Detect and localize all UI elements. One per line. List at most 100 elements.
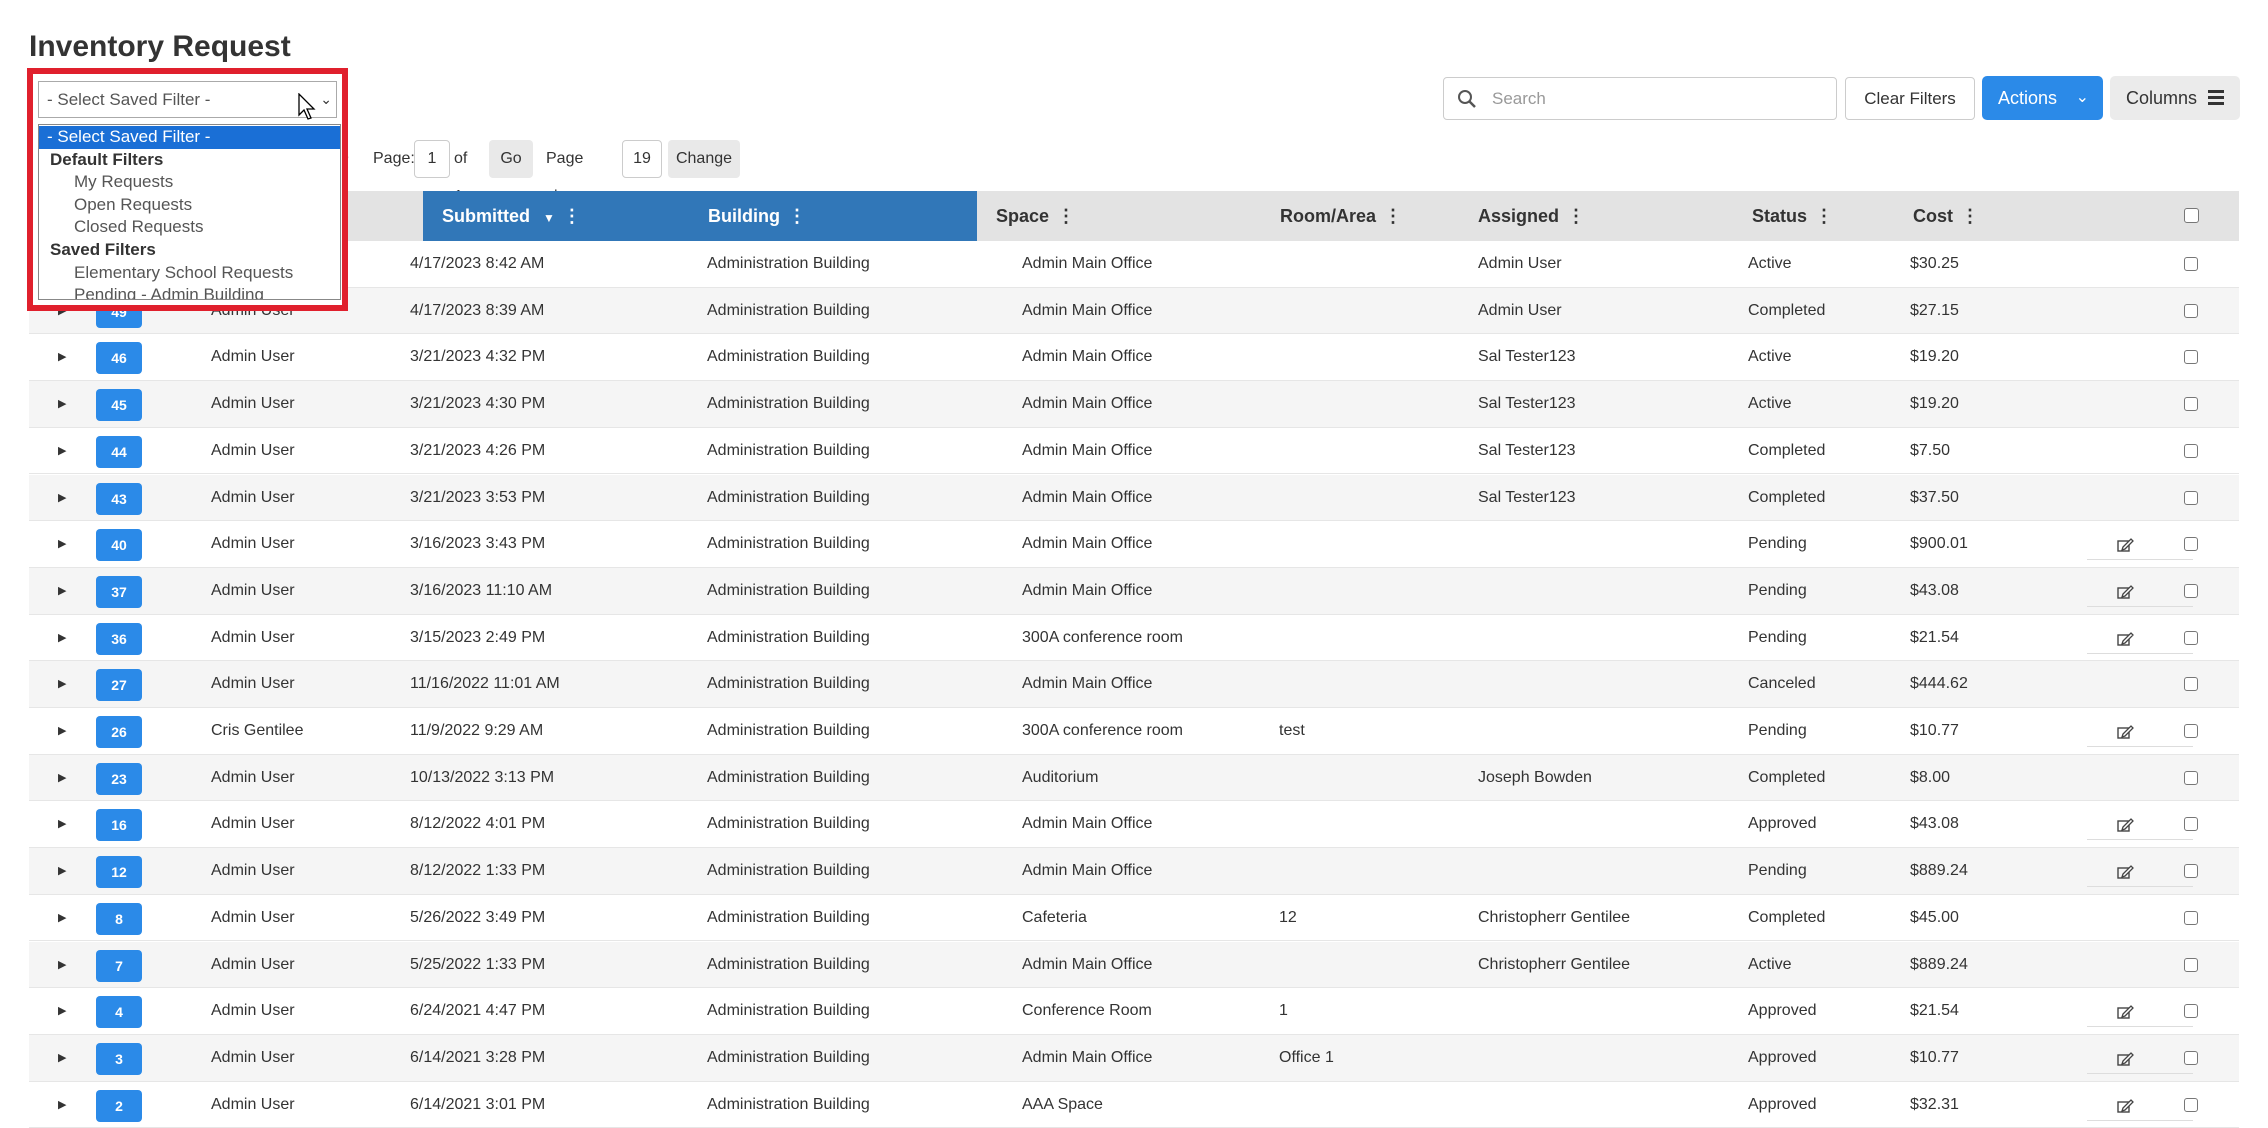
expand-row-icon[interactable]: ▶ — [58, 942, 66, 988]
edit-note-icon[interactable] — [2087, 716, 2193, 747]
go-button[interactable]: Go — [489, 140, 533, 178]
row-checkbox[interactable] — [2184, 257, 2198, 271]
row-checkbox[interactable] — [2184, 350, 2198, 365]
table-row[interactable]: ▶ 46 Admin User 3/21/2023 4:32 PM Administra… — [29, 334, 2239, 382]
edit-note-icon[interactable] — [2087, 529, 2193, 561]
col-cost[interactable]: Cost ⋮ — [1913, 191, 1979, 241]
filter-option[interactable]: My Requests — [39, 171, 340, 194]
table-row[interactable]: ▶ 26 Cris Gentilee 11/9/2022 9:29 AM Adminis… — [29, 708, 2239, 755]
col-space[interactable]: Space ⋮ — [996, 191, 1075, 241]
col-submitted[interactable]: Submitted ▼ ⋮ — [442, 191, 581, 241]
filter-option[interactable]: Closed Requests — [39, 216, 340, 239]
change-button[interactable]: Change — [668, 140, 740, 178]
filter-option[interactable]: Elementary School Requests — [39, 262, 340, 285]
row-checkbox[interactable] — [2184, 583, 2198, 598]
table-row[interactable]: ▶ 4 Admin User 6/24/2021 4:47 PM Administrat… — [29, 988, 2239, 1035]
request-id-badge[interactable]: 27 — [96, 669, 142, 702]
table-row[interactable]: ▶49Admin User4/17/2023 8:39 AMAdministra… — [29, 287, 2239, 335]
expand-row-icon[interactable]: ▶ — [58, 428, 66, 474]
row-checkbox[interactable] — [2184, 397, 2198, 412]
expand-row-icon[interactable]: ▶ — [58, 661, 66, 707]
row-checkbox[interactable] — [2184, 443, 2198, 458]
table-row[interactable]: ▶ 40 Admin User 3/16/2023 3:43 PM Administra… — [29, 521, 2239, 568]
row-checkbox[interactable] — [2184, 770, 2198, 785]
expand-row-icon[interactable]: ▶ — [58, 475, 66, 521]
edit-note-icon[interactable] — [2087, 1090, 2193, 1121]
expand-row-icon[interactable]: ▶ — [58, 1082, 66, 1128]
request-id-badge[interactable]: 7 — [96, 949, 142, 982]
expand-row-icon[interactable]: ▶ — [58, 381, 66, 427]
request-id-badge[interactable]: 3 — [96, 1042, 142, 1075]
request-id-badge[interactable]: 45 — [96, 389, 142, 422]
request-id-badge[interactable]: 46 — [96, 342, 142, 375]
expand-row-icon[interactable]: ▶ — [58, 521, 66, 567]
request-id-badge[interactable]: 16 — [96, 809, 142, 842]
row-checkbox[interactable] — [2184, 303, 2198, 318]
expand-row-icon[interactable]: ▶ — [58, 988, 66, 1034]
request-id-badge[interactable]: 37 — [96, 575, 142, 608]
row-checkbox[interactable] — [2184, 864, 2198, 879]
request-id-badge[interactable]: 23 — [96, 762, 142, 795]
edit-note-icon[interactable] — [2087, 576, 2193, 607]
row-checkbox[interactable] — [2184, 817, 2198, 832]
table-row[interactable]: ▶ 37 Admin User 3/16/2023 11:10 AM Administr… — [29, 567, 2239, 615]
filter-option[interactable]: Open Requests — [39, 194, 340, 217]
expand-row-icon[interactable]: ▶ — [58, 801, 66, 847]
clear-filters-button[interactable]: Clear Filters — [1845, 77, 1975, 120]
edit-note-icon[interactable] — [2087, 996, 2193, 1028]
filter-option[interactable]: Pending - Admin Building — [39, 284, 340, 299]
table-row[interactable]: ▶ 7 Admin User 5/25/2022 1:33 PM Administrat… — [29, 941, 2239, 989]
request-id-badge[interactable]: 43 — [96, 482, 142, 515]
request-id-badge[interactable]: 4 — [96, 996, 142, 1029]
table-row[interactable]: ▶ 3 Admin User 6/14/2021 3:28 PM Administrat… — [29, 1034, 2239, 1082]
page-size-input[interactable]: 19 — [622, 140, 662, 178]
edit-note-icon[interactable] — [2087, 623, 2193, 654]
edit-note-icon[interactable] — [2087, 1043, 2193, 1074]
expand-row-icon[interactable]: ▶ — [58, 895, 66, 941]
expand-row-icon[interactable]: ▶ — [58, 568, 66, 614]
expand-row-icon[interactable]: ▶ — [58, 848, 66, 894]
table-row[interactable]: ▶ 16 Admin User 8/12/2022 4:01 PM Administra… — [29, 801, 2239, 849]
saved-filter-select[interactable]: - Select Saved Filter - ⌄ — [38, 81, 337, 118]
expand-row-icon[interactable]: ▶ — [58, 615, 66, 661]
table-row[interactable]: ▶ 44 Admin User 3/21/2023 4:26 PM Administra… — [29, 428, 2239, 475]
request-id-badge[interactable]: 44 — [96, 435, 142, 468]
table-row[interactable]: 4/17/2023 8:42 AM Administration Building… — [29, 241, 2239, 288]
row-checkbox[interactable] — [2184, 1097, 2198, 1112]
select-all-checkbox[interactable] — [2184, 208, 2199, 223]
search-input[interactable]: Search — [1443, 77, 1837, 120]
table-row[interactable]: ▶ 12 Admin User 8/12/2022 1:33 PM Administra… — [29, 848, 2239, 895]
table-row[interactable]: ▶ 45 Admin User 3/21/2023 4:30 PM Administra… — [29, 381, 2239, 428]
expand-row-icon[interactable]: ▶ — [58, 708, 66, 754]
edit-note-icon[interactable] — [2087, 856, 2193, 888]
request-id-badge[interactable]: 40 — [96, 529, 142, 562]
col-assigned[interactable]: Assigned ⋮ — [1478, 191, 1585, 241]
row-checkbox[interactable] — [2184, 1050, 2198, 1065]
request-id-badge[interactable]: 8 — [96, 902, 142, 935]
row-checkbox[interactable] — [2184, 537, 2198, 552]
row-checkbox[interactable] — [2184, 957, 2198, 972]
filter-option[interactable]: - Select Saved Filter - — [39, 126, 340, 149]
expand-row-icon[interactable]: ▶ — [58, 1035, 66, 1081]
page-number-input[interactable]: 1 — [414, 140, 450, 178]
edit-note-icon[interactable] — [2087, 809, 2193, 841]
table-row[interactable]: ▶ 23 Admin User 10/13/2022 3:13 PM Administr… — [29, 754, 2239, 802]
table-row[interactable]: ▶ 43 Admin User 3/21/2023 3:53 PM Administra… — [29, 474, 2239, 522]
row-checkbox[interactable] — [2184, 910, 2198, 925]
row-checkbox[interactable] — [2184, 724, 2198, 738]
table-row[interactable]: ▶ 27 Admin User 11/16/2022 11:01 AM Administ… — [29, 661, 2239, 708]
table-row[interactable]: ▶ 2 Admin User 6/14/2021 3:01 PM Administrat… — [29, 1082, 2239, 1128]
table-row[interactable]: ▶ 8 Admin User 5/26/2022 3:49 PM Administrat… — [29, 895, 2239, 942]
table-row[interactable]: ▶ 36 Admin User 3/15/2023 2:49 PM Administra… — [29, 615, 2239, 662]
request-id-badge[interactable]: 26 — [96, 716, 142, 748]
request-id-badge[interactable]: 12 — [96, 856, 142, 889]
expand-row-icon[interactable]: ▶ — [58, 334, 66, 380]
row-checkbox[interactable] — [2184, 1004, 2198, 1019]
row-checkbox[interactable] — [2184, 490, 2198, 505]
row-checkbox[interactable] — [2184, 630, 2198, 645]
col-status[interactable]: Status ⋮ — [1752, 191, 1833, 241]
expand-row-icon[interactable]: ▶ — [58, 755, 66, 801]
columns-button[interactable]: Columns — [2110, 76, 2240, 120]
row-checkbox[interactable] — [2184, 677, 2198, 692]
request-id-badge[interactable]: 2 — [96, 1089, 142, 1122]
